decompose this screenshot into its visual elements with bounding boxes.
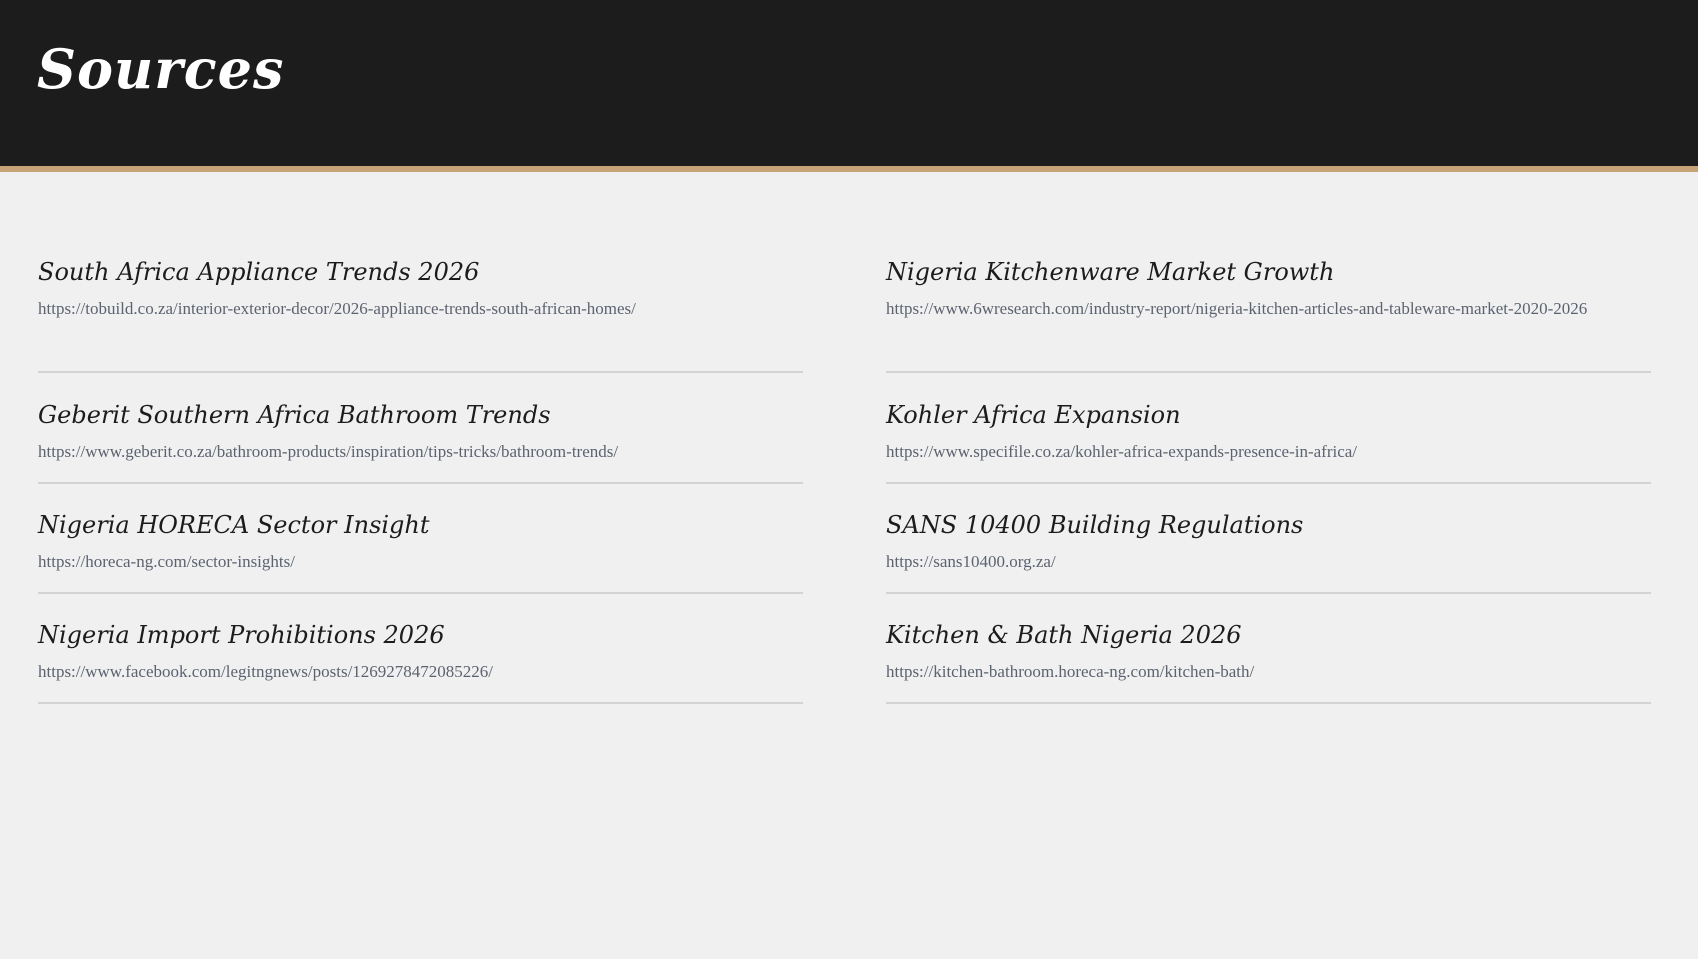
source-link[interactable]: https://www.6wresearch.com/industry-repo… xyxy=(886,299,1651,319)
source-title: Nigeria Import Prohibitions 2026 xyxy=(38,621,445,649)
source-item: Kitchen & Bath Nigeria 2026 https://kitc… xyxy=(886,621,1651,704)
source-link[interactable]: https://www.specifile.co.za/kohler-afric… xyxy=(886,442,1651,462)
source-link[interactable]: https://www.facebook.com/legitngnews/pos… xyxy=(38,662,803,682)
source-link[interactable]: https://kitchen-bathroom.horeca-ng.com/k… xyxy=(886,662,1651,682)
source-item: Nigeria Import Prohibitions 2026 https:/… xyxy=(38,621,803,704)
source-link[interactable]: https://www.geberit.co.za/bathroom-produ… xyxy=(38,442,803,462)
source-title: Geberit Southern Africa Bathroom Trends xyxy=(38,401,551,429)
source-item: Kohler Africa Expansion https://www.spec… xyxy=(886,401,1651,484)
source-item: Geberit Southern Africa Bathroom Trends … xyxy=(38,401,803,484)
source-title: SANS 10400 Building Regulations xyxy=(886,511,1304,539)
source-link[interactable]: https://sans10400.org.za/ xyxy=(886,552,1651,572)
source-link[interactable]: https://tobuild.co.za/interior-exterior-… xyxy=(38,299,803,319)
source-title: Nigeria Kitchenware Market Growth xyxy=(886,258,1335,286)
source-link[interactable]: https://horeca-ng.com/sector-insights/ xyxy=(38,552,803,572)
header-banner: Sources xyxy=(0,0,1698,172)
source-title: Kitchen & Bath Nigeria 2026 xyxy=(886,621,1242,649)
source-title: South Africa Appliance Trends 2026 xyxy=(38,258,480,286)
page-title: Sources xyxy=(37,37,285,101)
sources-column-right: Nigeria Kitchenware Market Growth https:… xyxy=(886,258,1651,731)
sources-column-left: South Africa Appliance Trends 2026 https… xyxy=(38,258,803,731)
source-item: Nigeria Kitchenware Market Growth https:… xyxy=(886,258,1651,373)
source-title: Kohler Africa Expansion xyxy=(886,401,1181,429)
source-title: Nigeria HORECA Sector Insight xyxy=(38,511,430,539)
source-item: SANS 10400 Building Regulations https://… xyxy=(886,511,1651,594)
source-item: South Africa Appliance Trends 2026 https… xyxy=(38,258,803,373)
source-item: Nigeria HORECA Sector Insight https://ho… xyxy=(38,511,803,594)
